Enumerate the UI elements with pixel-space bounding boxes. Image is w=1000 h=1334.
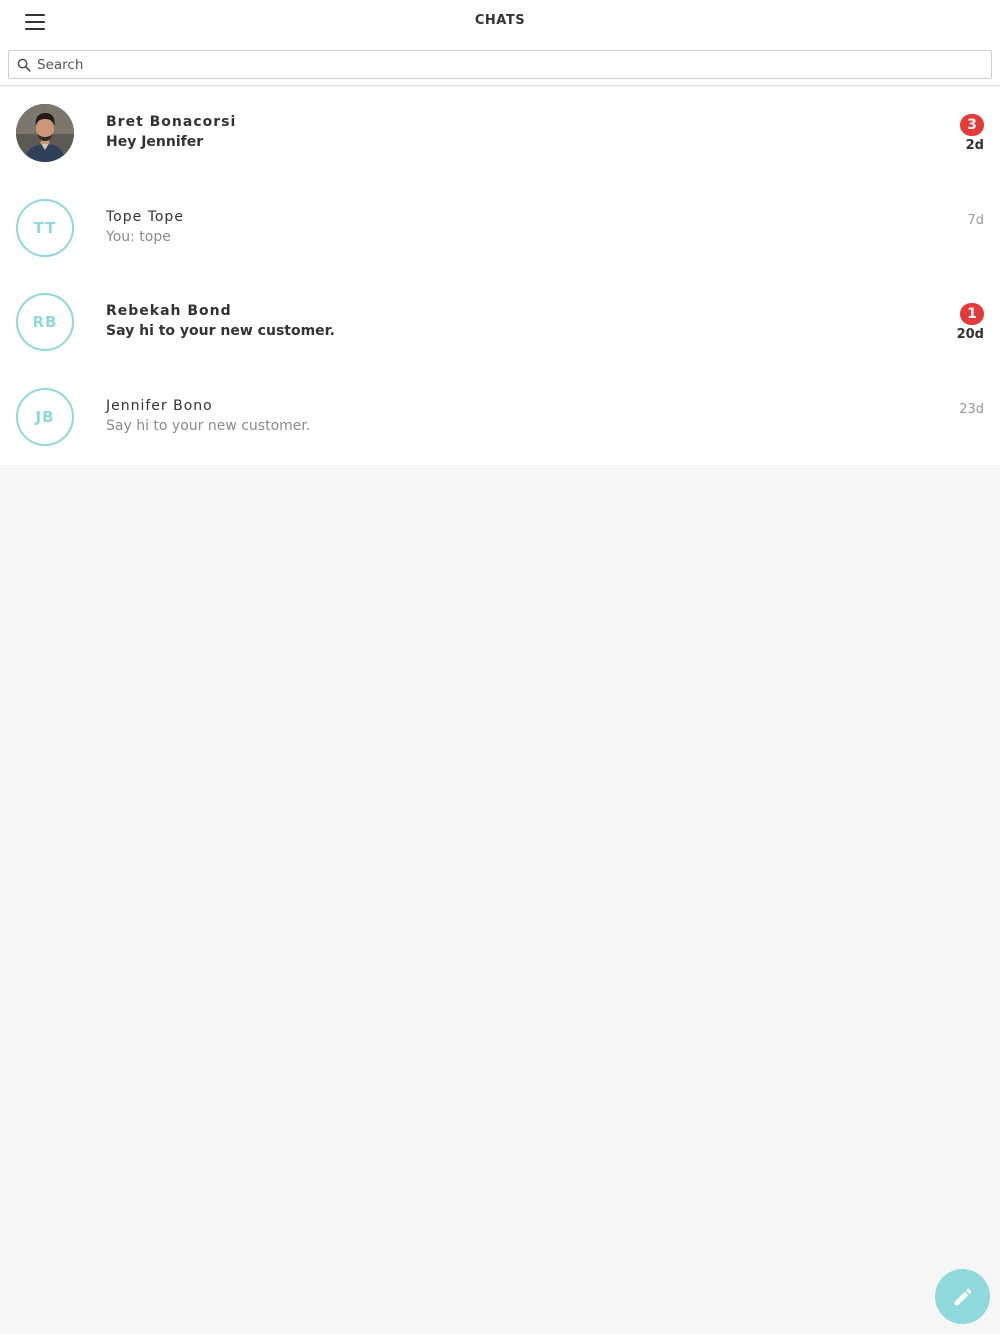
search-icon: [17, 58, 31, 72]
chat-item-tope-tope[interactable]: TT Tope Tope You: tope 7d: [0, 182, 1000, 276]
avatar: RB: [16, 293, 74, 351]
chat-item-rebekah-bond[interactable]: RB Rebekah Bond Say hi to your new custo…: [0, 276, 1000, 370]
avatar: TT: [16, 199, 74, 257]
chat-timestamp: 7d: [967, 213, 984, 228]
chat-preview: You: tope: [106, 229, 171, 245]
new-chat-button[interactable]: [935, 1269, 990, 1324]
chat-name: Bret Bonacorsi: [106, 114, 237, 130]
chat-item-bret-bonacorsi[interactable]: Bret Bonacorsi Hey Jennifer 3 2d: [0, 87, 1000, 181]
app-header: CHATS: [0, 0, 1000, 86]
chat-name: Rebekah Bond: [106, 303, 232, 319]
chat-list: Bret Bonacorsi Hey Jennifer 3 2d TT Tope…: [0, 87, 1000, 465]
chat-timestamp: 23d: [959, 402, 984, 417]
chat-preview: Say hi to your new customer.: [106, 418, 311, 434]
search-bar[interactable]: [8, 50, 992, 79]
chat-name: Jennifer Bono: [106, 398, 213, 414]
chat-preview: Say hi to your new customer.: [106, 323, 335, 339]
page-title: CHATS: [474, 13, 526, 28]
pencil-icon: [954, 1288, 971, 1305]
search-input[interactable]: [37, 54, 977, 75]
avatar: [16, 104, 74, 162]
chat-name: Tope Tope: [106, 209, 184, 225]
chat-preview: Hey Jennifer: [106, 134, 204, 150]
unread-badge: 3: [960, 114, 984, 136]
chat-timestamp: 20d: [956, 327, 984, 342]
chat-item-jennifer-bono[interactable]: JB Jennifer Bono Say hi to your new cust…: [0, 371, 1000, 465]
avatar: JB: [16, 388, 74, 446]
chat-timestamp: 2d: [965, 138, 984, 153]
unread-badge: 1: [960, 303, 984, 325]
